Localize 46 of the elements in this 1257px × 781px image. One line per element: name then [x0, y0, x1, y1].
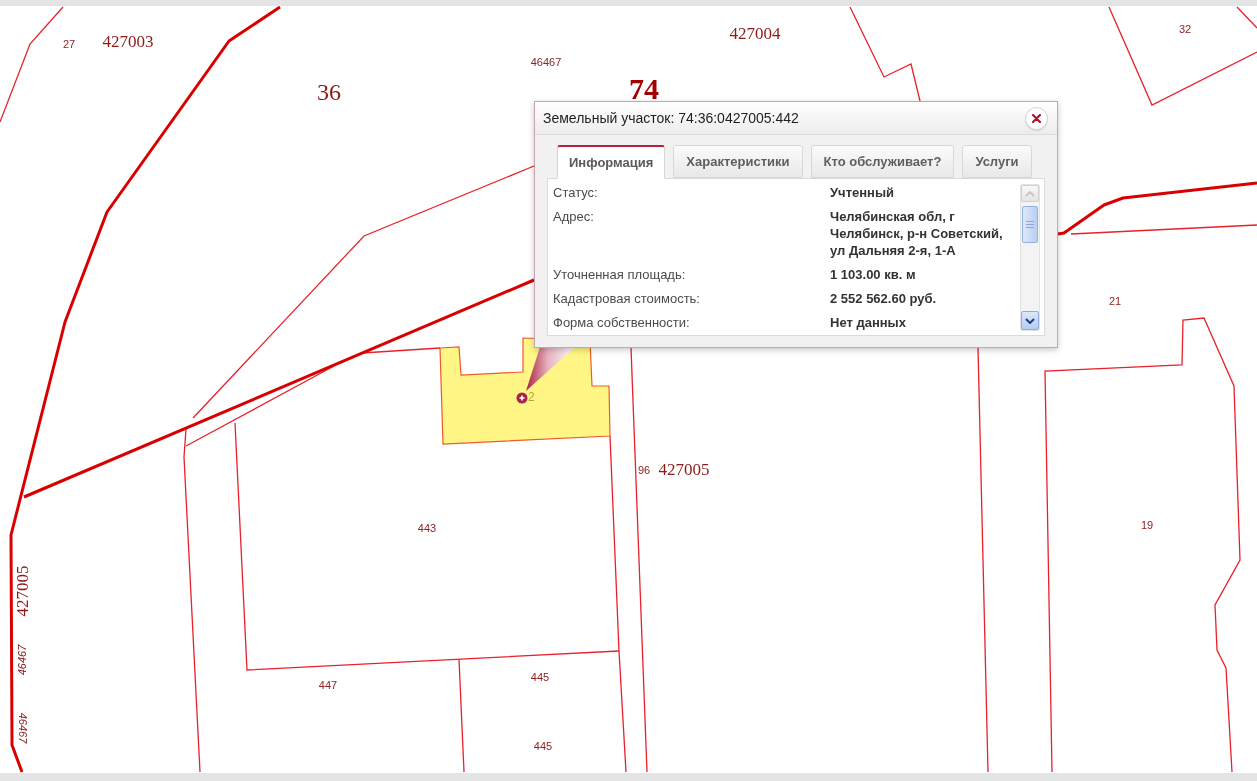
parcel-number-label: 27 — [62, 38, 76, 50]
quarter-number-label: 427004 — [729, 24, 781, 42]
grip-icon — [1026, 221, 1034, 228]
tab[interactable]: Характеристики — [673, 145, 803, 178]
scrollbar[interactable] — [1020, 184, 1040, 331]
field-value: Челябинская обл, г Челябинск, р-н Советский, ул Дальняя 2-я, 1-А — [830, 208, 1004, 259]
district-number-label: 36 — [317, 80, 341, 104]
parcel-number-label: 447 — [318, 679, 338, 691]
parcel-marker-label: 2 — [528, 391, 535, 403]
field-label: Кадастровая стоимость: — [553, 290, 701, 307]
field-label: Статус: — [553, 184, 599, 201]
field-value: 1 103.00 кв. м — [830, 266, 917, 283]
tab[interactable]: Кто обслуживает? — [810, 145, 955, 178]
field-value: Нет данных — [830, 314, 907, 331]
parcel-number-label: 21 — [1108, 295, 1122, 307]
field-label: Адрес: — [553, 208, 595, 226]
parcel-number-label: 445 — [530, 671, 550, 683]
parcel-number-label: 443 — [417, 522, 437, 534]
tab[interactable]: Услуги — [962, 145, 1032, 178]
field-label: Форма собственности: — [553, 314, 691, 331]
map-code-label: 46467 — [16, 712, 28, 744]
parcel-number-label: 32 — [1178, 23, 1192, 35]
scrollbar-thumb[interactable] — [1022, 206, 1038, 243]
scroll-up-button[interactable] — [1021, 185, 1039, 202]
map-code-label: 46467 — [16, 644, 28, 676]
selected-parcel[interactable] — [439, 337, 611, 445]
quarter-number-label: 427003 — [102, 32, 154, 50]
parcel-number-label: 96 — [637, 464, 651, 476]
parcel-marker-icon[interactable] — [516, 392, 528, 404]
quarter-number-label: 427005 — [658, 460, 710, 478]
parcel-number-label: 19 — [1140, 519, 1154, 531]
tab[interactable]: Информация — [557, 145, 666, 179]
map-code-label: 46467 — [530, 56, 562, 68]
chevron-up-icon — [1025, 190, 1035, 197]
chevron-down-icon — [1025, 317, 1035, 324]
callout-pointer — [526, 347, 575, 391]
field-value: Учтенный — [830, 184, 896, 201]
quarter-number-label: 427005 — [13, 565, 31, 617]
parcel-number-label: 445 — [533, 740, 553, 752]
region-number-label: 74 — [629, 74, 659, 104]
field-value: 2 552 562.60 руб. — [830, 290, 938, 307]
close-icon — [1032, 113, 1041, 123]
field-label: Уточненная площадь: — [553, 266, 687, 283]
close-button[interactable] — [1025, 106, 1048, 130]
popup-title: Земельный участок: 74:36:0427005:442 — [543, 108, 799, 128]
scroll-down-button[interactable] — [1021, 311, 1039, 330]
